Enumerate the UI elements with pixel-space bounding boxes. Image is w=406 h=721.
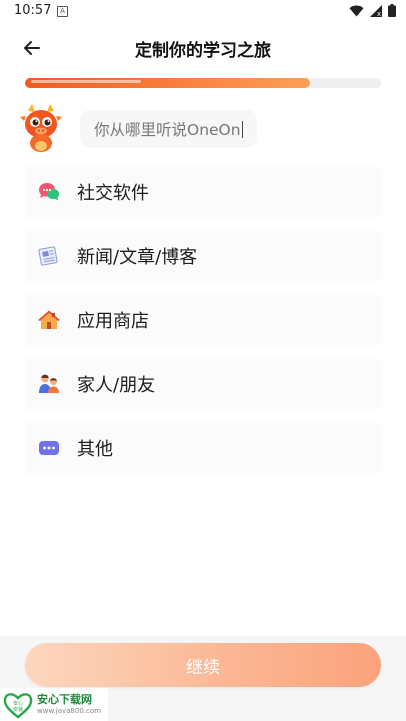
svg-text:x: x bbox=[377, 10, 381, 17]
option-other[interactable]: 其他 bbox=[25, 421, 381, 475]
watermark-url: www.java800.com bbox=[37, 707, 101, 715]
status-icons: x bbox=[349, 4, 396, 17]
progress-fill bbox=[25, 78, 310, 88]
status-bar: 10:57 A x bbox=[0, 0, 406, 24]
notification-icon: A bbox=[57, 6, 68, 17]
wifi-icon bbox=[349, 5, 364, 16]
option-news-articles-blogs[interactable]: 新闻/文章/博客 bbox=[25, 229, 381, 283]
svg-text:安装: 安装 bbox=[13, 706, 23, 713]
battery-icon bbox=[388, 4, 396, 17]
signal-icon: x bbox=[370, 4, 382, 17]
option-family-friends[interactable]: 家人/朋友 bbox=[25, 357, 381, 411]
question-text: 你从哪里听说OneOn bbox=[94, 121, 241, 139]
header: 定制你的学习之旅 bbox=[0, 28, 406, 68]
watermark-title: 安心下载网 bbox=[37, 693, 92, 706]
house-icon bbox=[38, 309, 60, 331]
chat-bubbles-icon bbox=[38, 181, 60, 203]
option-app-store[interactable]: 应用商店 bbox=[25, 293, 381, 347]
option-label: 家人/朋友 bbox=[77, 375, 156, 396]
option-label: 社交软件 bbox=[77, 183, 149, 204]
page-title: 定制你的学习之旅 bbox=[135, 41, 271, 61]
newspaper-icon bbox=[38, 245, 60, 267]
status-time: 10:57 bbox=[14, 3, 52, 18]
progress-bar bbox=[25, 78, 381, 88]
option-label: 应用商店 bbox=[77, 311, 149, 332]
option-label: 其他 bbox=[77, 439, 113, 460]
continue-button[interactable]: 继续 bbox=[25, 643, 381, 687]
heart-logo-icon: 安心 安装 bbox=[3, 692, 33, 719]
question-bubble: 你从哪里听说OneOn bbox=[80, 110, 258, 148]
family-icon bbox=[38, 373, 60, 395]
watermark: 安心 安装 安心下载网 www.java800.com bbox=[0, 688, 108, 721]
option-social-apps[interactable]: 社交软件 bbox=[25, 165, 381, 219]
option-label: 新闻/文章/博客 bbox=[77, 247, 198, 268]
options-list: 社交软件 新闻/文章/博客 应用商店 家人/朋友 其他 bbox=[25, 165, 381, 485]
more-dots-icon bbox=[38, 437, 60, 459]
typing-caret bbox=[241, 120, 244, 138]
dragon-mascot-icon bbox=[20, 104, 62, 152]
svg-text:安心: 安心 bbox=[13, 700, 23, 707]
